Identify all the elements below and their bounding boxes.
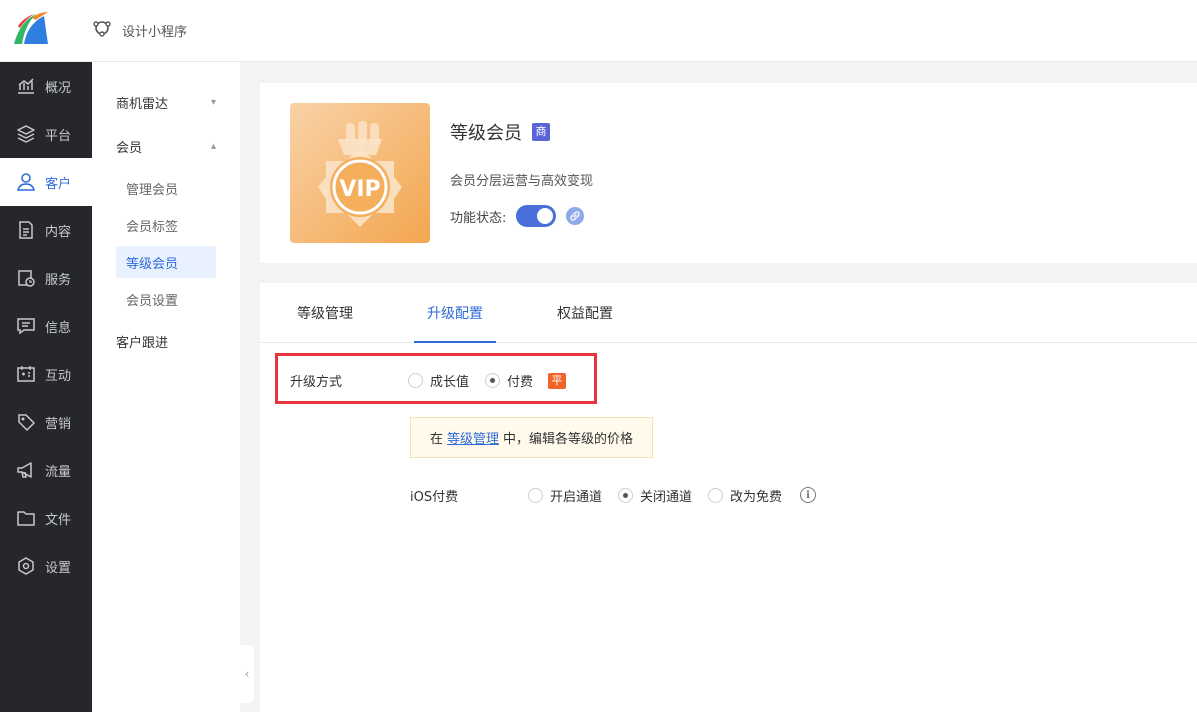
chevron-up-icon: ▴ — [210, 140, 216, 152]
sidebar-item-settings[interactable]: 设置 — [0, 542, 92, 590]
design-miniprogram-link[interactable]: 设计小程序 — [92, 19, 187, 41]
submenu-item-level-members[interactable]: 等级会员 — [116, 246, 216, 278]
sidebar-item-message[interactable]: 信息 — [0, 302, 92, 350]
submenu-group-opportunity[interactable]: 商机雷达 ▾ — [92, 81, 240, 123]
sidebar-item-label: 服务 — [45, 272, 72, 288]
sidebar-item-label: 设置 — [45, 560, 72, 576]
sidebar-item-interact[interactable]: 互动 — [0, 350, 92, 398]
megaphone-icon — [17, 462, 32, 478]
radio-close-channel[interactable]: 关闭通道 — [618, 486, 692, 505]
sidebar-item-marketing[interactable]: 营销 — [0, 398, 92, 446]
vip-text: VIP — [339, 177, 380, 202]
radio-button[interactable] — [528, 488, 543, 503]
feature-status-toggle[interactable] — [516, 205, 557, 227]
designer-icon — [92, 18, 112, 42]
interact-icon — [17, 366, 35, 382]
sidebar-item-label: 文件 — [45, 512, 72, 528]
collapse-menu-button[interactable]: ‹ — [240, 645, 254, 703]
top-bar: 设计小程序 — [0, 0, 1197, 62]
sidebar-item-service[interactable]: 服务 — [0, 254, 92, 302]
upgrade-method-label: 升级方式 — [290, 375, 343, 390]
sidebar-item-label: 平台 — [45, 128, 72, 144]
radio-button-selected[interactable] — [485, 373, 500, 388]
tab-upgrade-config[interactable]: 升级配置 — [414, 283, 496, 343]
tab-level-management[interactable]: 等级管理 — [296, 283, 354, 343]
user-icon — [16, 173, 36, 191]
chevron-left-icon: ‹ — [244, 667, 250, 681]
feature-card: VIP 等级会员 商 会员分层运营与高效变现 功能状态: — [260, 83, 1197, 263]
sidebar-item-overview[interactable]: 概况 — [0, 62, 92, 110]
radio-open-channel[interactable]: 开启通道 — [528, 486, 602, 505]
tab-bar: 等级管理 升级配置 权益配置 — [260, 283, 1197, 343]
sidebar-item-label: 概况 — [45, 80, 72, 96]
layers-icon — [17, 125, 35, 143]
submenu-item-member-settings[interactable]: 会员设置 — [116, 283, 216, 315]
sidebar-item-label: 内容 — [45, 224, 72, 240]
business-badge: 商 — [532, 123, 550, 141]
radio-paid[interactable]: 付费 平 — [485, 371, 567, 390]
vip-badge-image: VIP — [290, 103, 430, 243]
chevron-down-icon: ▾ — [210, 96, 216, 108]
sidebar-item-traffic[interactable]: 流量 — [0, 446, 92, 494]
secondary-menu: 商机雷达 ▾ 会员 ▴ 管理会员 会员标签 等级会员 会员设置 客户跟进 — [92, 62, 240, 712]
platform-tag: 平 — [548, 372, 567, 389]
radio-button-selected[interactable] — [618, 488, 633, 503]
radio-button[interactable] — [408, 373, 423, 388]
service-clock-icon — [18, 270, 35, 287]
settings-icon — [18, 557, 34, 575]
radio-change-free[interactable]: 改为免费 — [708, 486, 782, 505]
submenu-group-member[interactable]: 会员 ▴ — [92, 125, 240, 167]
message-icon — [17, 318, 35, 335]
status-label: 功能状态: — [450, 210, 507, 226]
link-icon[interactable] — [566, 207, 585, 225]
sidebar-item-files[interactable]: 文件 — [0, 494, 92, 542]
sidebar-item-customer[interactable]: 客户 — [0, 158, 92, 206]
document-icon — [19, 221, 33, 239]
sidebar-item-label: 客户 — [45, 176, 72, 192]
ios-payment-label: iOS付费 — [410, 490, 459, 505]
chart-line-icon — [18, 78, 34, 94]
tab-benefits-config[interactable]: 权益配置 — [556, 283, 614, 343]
tag-icon — [18, 414, 36, 432]
sidebar-item-label: 信息 — [45, 320, 72, 336]
submenu-item-member-tags[interactable]: 会员标签 — [116, 209, 216, 241]
radio-button[interactable] — [708, 488, 723, 503]
radio-growth-value[interactable]: 成长值 — [408, 371, 469, 390]
folder-icon — [17, 511, 35, 526]
info-icon[interactable]: i — [800, 487, 816, 503]
sidebar-item-platform[interactable]: 平台 — [0, 110, 92, 158]
sidebar-item-label: 互动 — [45, 368, 72, 384]
app-logo[interactable] — [10, 8, 50, 48]
sidebar-item-label: 营销 — [45, 416, 72, 432]
sidebar-item-content[interactable]: 内容 — [0, 206, 92, 254]
sidebar-item-label: 流量 — [45, 464, 72, 480]
page-title: 等级会员 — [450, 123, 522, 144]
submenu-group-follow-up[interactable]: 客户跟进 — [92, 320, 240, 362]
level-management-link[interactable]: 等级管理 — [447, 428, 499, 447]
notice-banner: 在 等级管理 中，编辑各等级的价格 — [410, 417, 653, 458]
designer-label: 设计小程序 — [122, 24, 188, 40]
feature-description: 会员分层运营与高效变现 — [450, 174, 594, 189]
main-sidebar: 概况 平台 客户 内容 服务 信息 互动 营销 流量 文件 设置 — [0, 62, 92, 712]
submenu-item-manage-members[interactable]: 管理会员 — [116, 172, 216, 204]
